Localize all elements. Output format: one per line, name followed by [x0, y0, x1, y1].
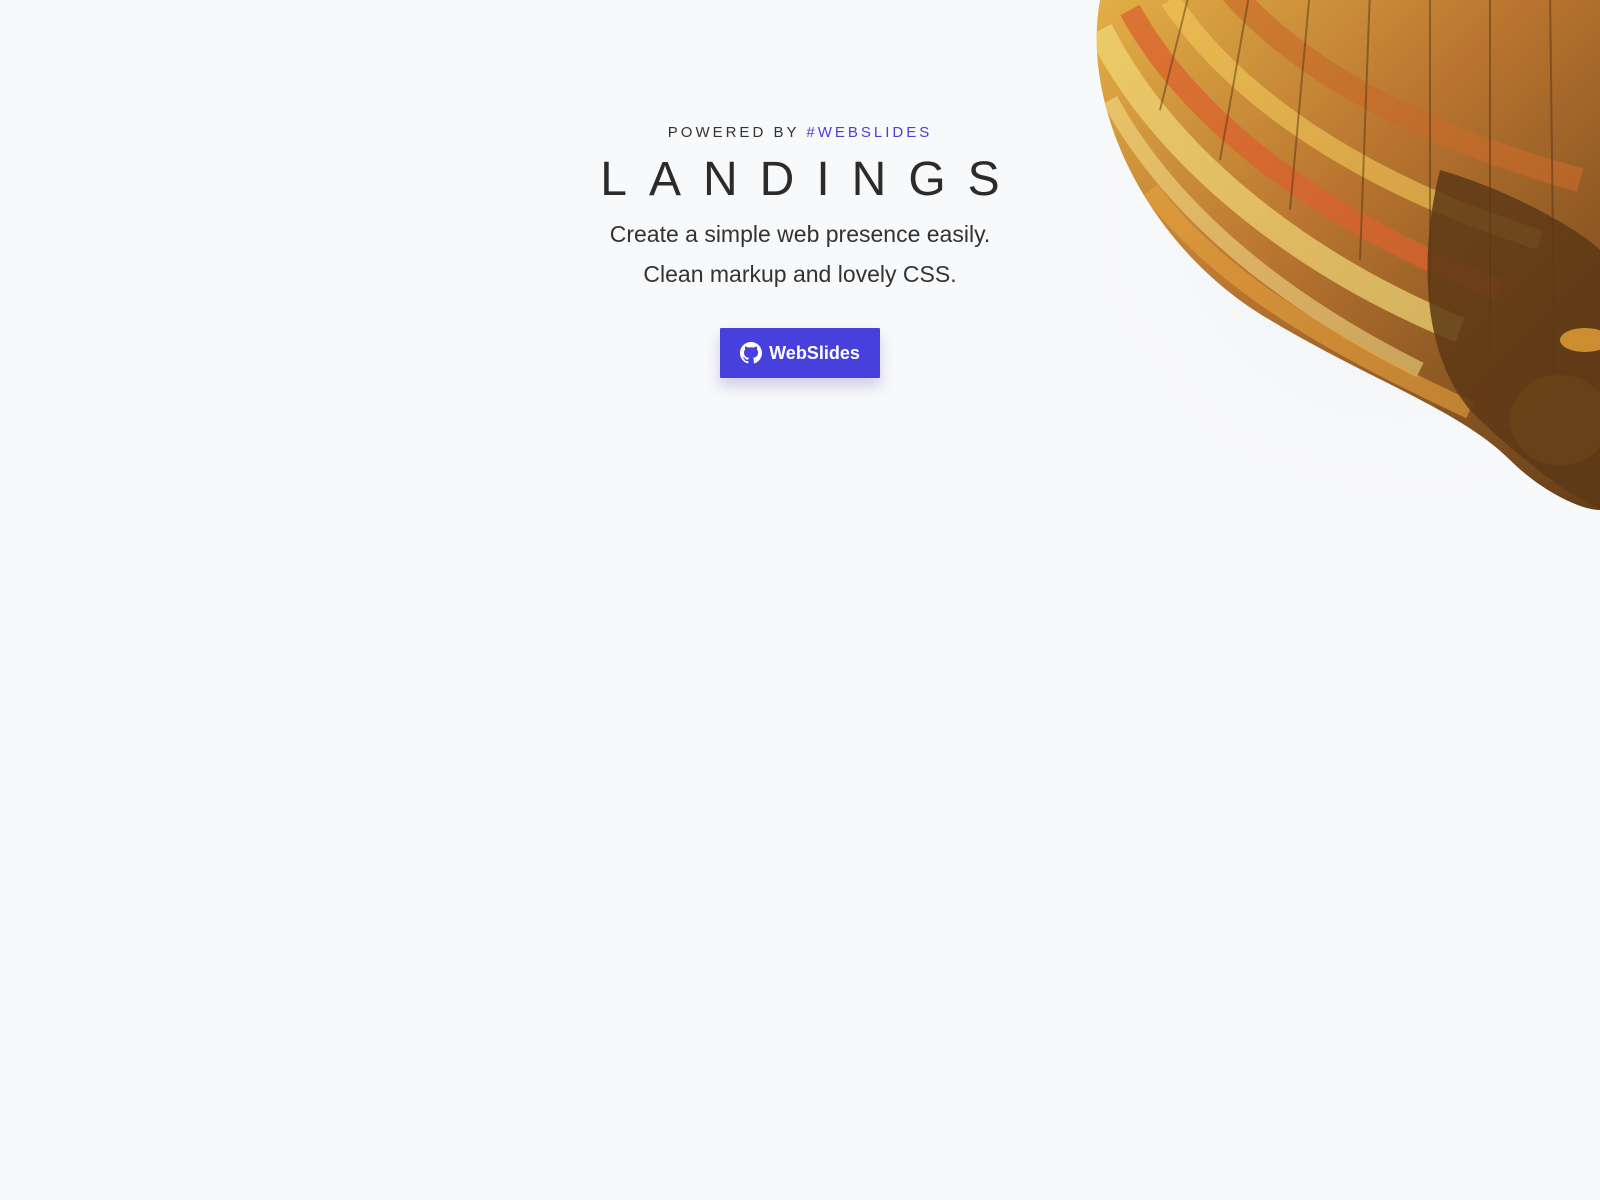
websildes-button-label: WebSlides — [769, 342, 860, 363]
page-title: LANDINGS — [600, 153, 1022, 206]
powered-by-label: POWERED BY #WEBSLIDES — [0, 124, 1600, 141]
websildes-hashtag: #WEBSLIDES — [806, 124, 933, 141]
powered-by-prefix: POWERED BY — [667, 124, 800, 141]
tagline-line-1: Create a simple web presence easily. — [609, 221, 991, 247]
landing-page: POWERED BY #WEBSLIDES LANDINGS Create a … — [0, 0, 1600, 1200]
github-icon — [740, 342, 763, 364]
websildes-github-button[interactable]: WebSlides — [720, 328, 880, 378]
tagline-line-2: Clean markup and lovely CSS. — [643, 261, 957, 287]
